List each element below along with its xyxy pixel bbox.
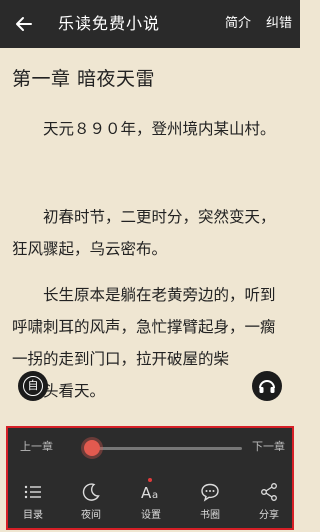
notification-dot (148, 478, 152, 482)
toolbar-label: 夜间 (81, 510, 101, 521)
toolbar-item-book-circle[interactable]: 书圈 (185, 478, 235, 528)
next-chapter-button[interactable]: 下一章 (252, 438, 285, 454)
chat-bubble-icon (201, 483, 219, 502)
toolbar-label: 书圈 (200, 510, 220, 521)
paragraph: 天元８９０年，登州境内某山村。 (43, 120, 276, 138)
toolbar-item-settings[interactable]: A a 设置 (126, 478, 176, 528)
paragraph: 头看天。 (43, 382, 106, 400)
moon-icon (82, 483, 100, 501)
headphones-icon (259, 380, 275, 393)
reader-control-panel: 上一章 下一章 目录 夜间 A a 设置 书圈 分享 (6, 426, 294, 530)
paragraph: 长生原本是躺在老黄旁边的，听到呼啸刺耳的风声，急忙撑臂起身，一瘸一拐的走到门口，… (12, 286, 276, 368)
auto-read-icon: 自 (23, 376, 43, 396)
app-title: 乐读免费小说 (58, 14, 161, 33)
svg-text:a: a (152, 490, 158, 501)
progress-slider-thumb[interactable] (84, 440, 100, 456)
listen-button[interactable] (252, 371, 282, 401)
report-error-link[interactable]: 纠错 (266, 0, 292, 48)
progress-slider[interactable] (92, 447, 242, 450)
toolbar: 目录 夜间 A a 设置 书圈 分享 (8, 478, 292, 528)
reading-area[interactable]: 第一章 暗夜天雷 天元８９０年，登州境内某山村。 初春时节，二更时分，突然变天，… (0, 48, 300, 424)
toolbar-label: 设置 (141, 510, 161, 521)
intro-link[interactable]: 简介 (225, 0, 251, 48)
list-icon (24, 485, 41, 499)
toolbar-label: 分享 (259, 510, 279, 521)
svg-text:A: A (141, 484, 152, 502)
toolbar-label: 目录 (23, 510, 43, 521)
top-bar: 乐读免费小说 简介 纠错 (0, 0, 300, 48)
toolbar-item-catalog[interactable]: 目录 (8, 478, 58, 528)
auto-read-button[interactable]: 自 (18, 371, 48, 401)
back-button[interactable] (12, 12, 36, 36)
prev-chapter-button[interactable]: 上一章 (20, 438, 53, 454)
toolbar-item-night[interactable]: 夜间 (66, 478, 116, 528)
chapter-title: 第一章 暗夜天雷 (12, 68, 156, 90)
arrow-left-icon (16, 17, 32, 31)
paragraph: 初春时节，二更时分，突然变天，狂风骤起，乌云密布。 (12, 208, 276, 258)
toolbar-item-share[interactable]: 分享 (244, 478, 294, 528)
share-icon (261, 483, 277, 501)
font-size-icon: A a (141, 484, 158, 502)
